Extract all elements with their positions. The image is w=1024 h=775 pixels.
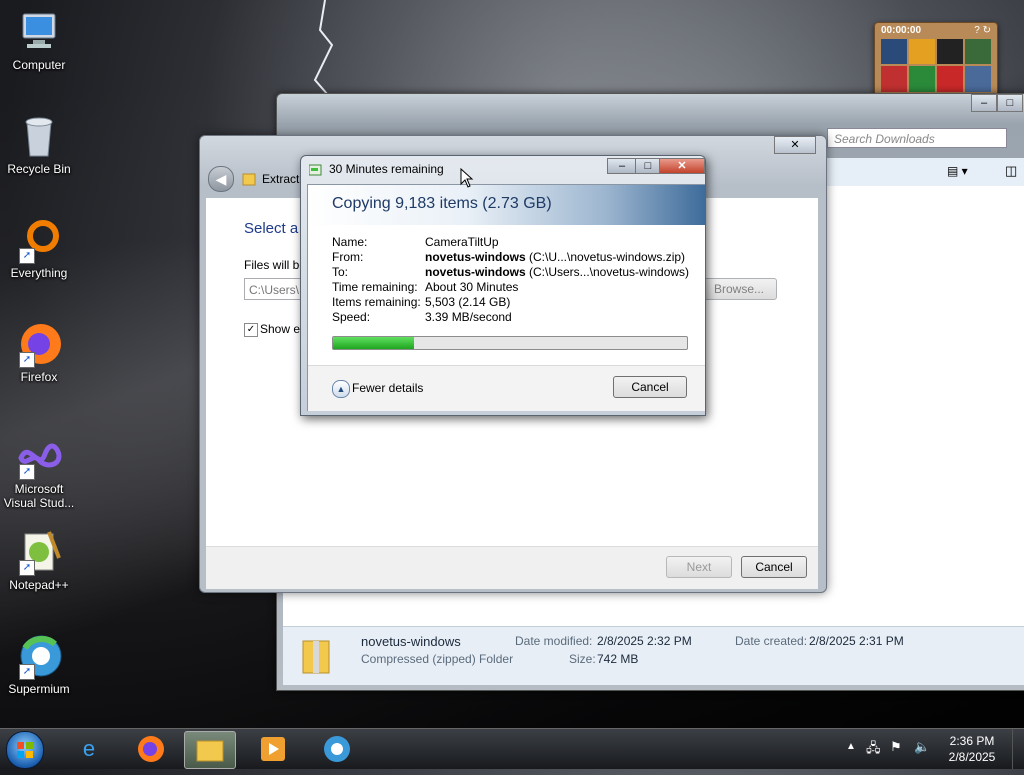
gadget-timer: 00:00:00 [881,25,922,36]
from-link[interactable]: novetus-windows [425,250,526,264]
show-files-checkbox[interactable]: ✓ [244,323,258,337]
view-options-icon[interactable]: ▤ ▾ [947,164,968,178]
mouse-cursor-icon [460,168,474,188]
maximize-button[interactable]: □ [997,94,1023,112]
taskbar: e ▲ 🖧 ⚑ 🔈 2:36 PM 2/8/2025 [0,728,1024,769]
date-modified-label: Date modified: [515,634,593,648]
items-row: Items remaining: 5,503 (2.14 GB) [332,295,511,309]
desktop-icon-recycle-bin[interactable]: Recycle Bin [2,112,76,176]
gadget-controls-icon[interactable]: ? ↻ [974,25,991,36]
firefox-icon: ➚ [15,320,63,368]
desktop-icon-visual-studio[interactable]: ➚ Microsoft Visual Stud... [2,432,76,510]
shortcut-arrow-icon: ➚ [19,352,35,368]
copy-dialog-title: 30 Minutes remaining [329,162,444,176]
visual-studio-icon: ➚ [15,432,63,480]
copy-heading: Copying 9,183 items (2.73 GB) [332,195,552,212]
time-row: Time remaining: About 30 Minutes [332,280,519,294]
destination-input[interactable]: C:\Users\ [244,278,304,300]
desktop-icon-supermium[interactable]: ➚ Supermium [2,632,76,696]
browse-button[interactable]: Browse... [701,278,777,300]
close-button[interactable]: ✕ [774,136,816,154]
network-icon[interactable]: 🖧 [866,739,881,761]
folder-zip-icon [242,172,256,186]
desktop-icon-label: Firefox [20,370,58,384]
windows-logo-icon [17,742,33,758]
desktop-icon-label: Recycle Bin [7,162,71,176]
from-row: From: novetus-windows (C:\U...\novetus-wi… [332,250,686,264]
computer-icon [15,8,63,56]
progress-fill [333,337,415,349]
cancel-copy-button[interactable]: Cancel [613,376,687,398]
back-button[interactable]: ◀ [208,166,234,192]
supermium-icon: ➚ [15,632,63,680]
minimize-button[interactable]: – [971,94,997,112]
search-input[interactable]: Search Downloads [827,128,1007,148]
name-row: Name: CameraTiltUp [332,235,499,249]
maximize-button[interactable]: □ [635,158,661,174]
zip-folder-icon [301,635,331,675]
date-created-label: Date created: [735,634,808,648]
supermium-taskbar-icon[interactable] [314,731,360,767]
show-hidden-icons[interactable]: ▲ [846,741,856,752]
wizard-footer: Next Cancel [206,546,818,589]
shortcut-arrow-icon: ➚ [19,560,35,576]
explorer-taskbar-icon[interactable] [184,731,236,769]
speed-row: Speed: 3.39 MB/second [332,310,512,324]
fewer-details-link[interactable]: Fewer details [352,381,423,395]
close-button[interactable]: ✕ [659,158,705,174]
internet-explorer-icon[interactable]: e [66,731,112,767]
show-files-label: Show e [260,322,301,336]
chevron-up-icon[interactable]: ▲ [332,380,350,398]
clock-time: 2:36 PM [949,734,995,748]
desktop-icon-notepad-plus-plus[interactable]: ➚ Notepad++ [2,528,76,592]
copy-dialog-icon [308,164,323,176]
everything-icon: ➚ [15,216,63,264]
shortcut-arrow-icon: ➚ [19,464,35,480]
action-center-flag-icon[interactable]: ⚑ [890,739,902,755]
copy-dialog-body: Copying 9,183 items (2.73 GB) Name: Camer… [307,184,705,411]
clock[interactable]: 2:36 PM 2/8/2025 [942,733,1002,765]
clock-date: 2/8/2025 [948,750,996,764]
file-type: Compressed (zipped) Folder [361,652,514,666]
shortcut-arrow-icon: ➚ [19,248,35,264]
desktop-icon-everything[interactable]: ➚ Everything [2,216,76,280]
start-button[interactable] [6,731,44,769]
preview-pane-icon[interactable]: ◫ [1005,163,1017,179]
volume-muted-icon[interactable]: 🔈 [914,739,930,755]
desktop-icon-label: Computer [12,58,66,72]
desktop-icon-label: Microsoft Visual Stud... [3,482,75,510]
firefox-taskbar-icon[interactable] [128,731,174,767]
to-link[interactable]: novetus-windows [425,265,526,279]
desktop-icon-label: Supermium [8,682,70,696]
date-modified-value: 2/8/2025 2:32 PM [597,634,692,648]
wizard-heading: Select a [244,220,299,237]
show-desktop-button[interactable] [1012,729,1024,769]
shortcut-arrow-icon: ➚ [19,664,35,680]
size-value: 742 MB [597,652,639,666]
desktop-icon-computer[interactable]: Computer [2,8,76,72]
recycle-bin-icon [15,112,63,160]
to-row: To: novetus-windows (C:\Users...\novetus-… [332,265,690,279]
details-pane: novetus-windows Compressed (zipped) Fold… [283,626,1024,685]
files-label: Files will be [244,258,307,272]
desktop-icon-label: Everything [10,266,68,280]
copy-banner: Copying 9,183 items (2.73 GB) [308,185,705,225]
minimize-button[interactable]: – [607,158,637,174]
file-name: novetus-windows [361,634,461,649]
wizard-title: Extract [262,172,300,186]
copy-progress-dialog[interactable]: 30 Minutes remaining – □ ✕ Copying 9,183… [300,155,706,416]
desktop-icon-label: Notepad++ [9,578,69,592]
next-button[interactable]: Next [666,556,732,578]
cancel-button[interactable]: Cancel [741,556,807,578]
date-created-value: 2/8/2025 2:31 PM [809,634,904,648]
media-player-icon[interactable] [250,731,296,767]
desktop-icon-firefox[interactable]: ➚ Firefox [2,320,76,384]
size-label: Size: [569,652,596,666]
notepad-plus-plus-icon: ➚ [15,528,63,576]
copy-progress-bar [332,336,688,350]
copy-dialog-footer: ▲ Fewer details Cancel [308,365,705,411]
